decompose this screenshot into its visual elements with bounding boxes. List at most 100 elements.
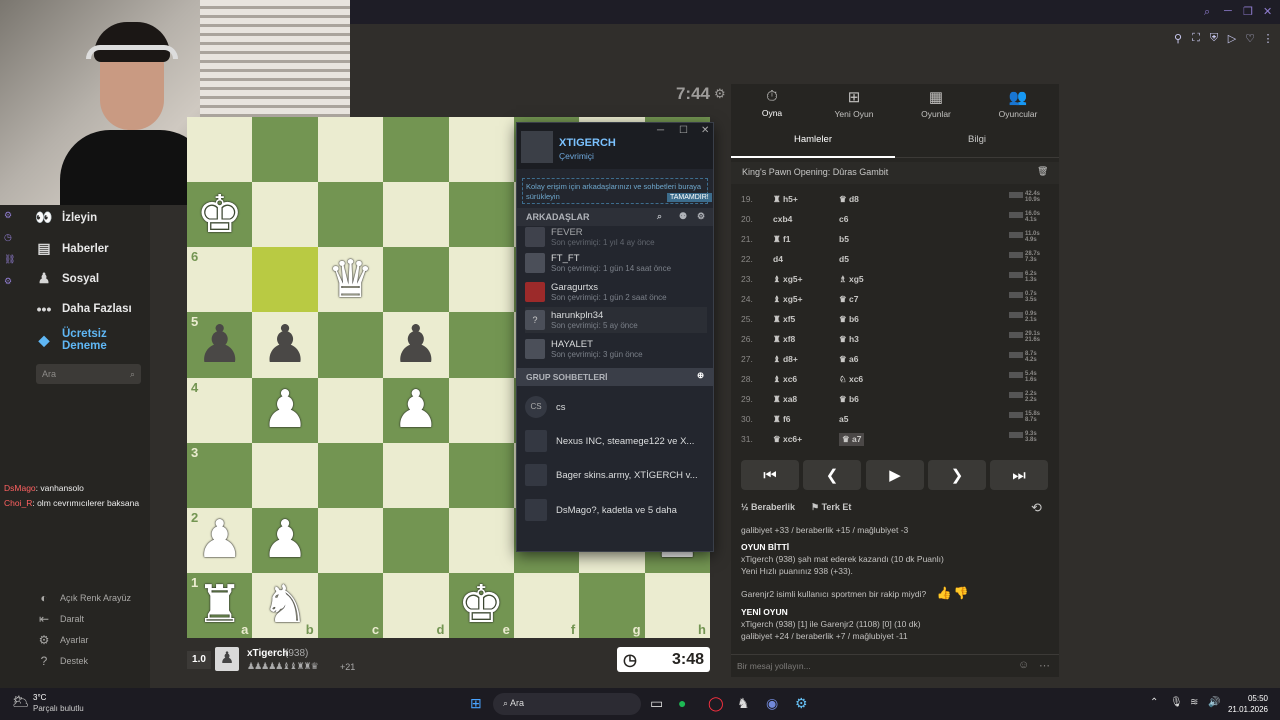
move-row[interactable]: 23. ♝ xg5+ ♗ xg5 6.2s 1.3s (741, 269, 1041, 289)
thumbs-up-icon[interactable]: 👍 (937, 586, 952, 600)
board-square-f1[interactable]: f (513, 572, 580, 638)
prev-move-button[interactable]: ❮ (803, 460, 861, 490)
windows-start-icon[interactable]: ⊞ (470, 695, 482, 712)
heart-icon[interactable]: ♡ (1244, 32, 1256, 45)
taskbar-search[interactable]: ⌕ Ara (493, 693, 641, 715)
tab-moves[interactable]: Hamleler (731, 134, 895, 158)
avatar[interactable]: ♟ (215, 647, 239, 671)
sidebar-search-input[interactable]: Ara ⌕ (36, 364, 141, 384)
white-move[interactable]: cxb4 (773, 214, 839, 224)
board-square-d7[interactable] (383, 182, 449, 248)
board-square-b7[interactable] (252, 182, 318, 248)
white-piece[interactable]: ♚ (196, 189, 243, 241)
gear-icon[interactable]: ⚙ (714, 86, 726, 102)
settings-icon[interactable]: ⚙ (697, 211, 705, 222)
board-square-c2[interactable] (317, 507, 384, 573)
microphone-icon[interactable]: 🎙 (1170, 697, 1183, 708)
board-square-d8[interactable] (383, 117, 449, 183)
player-name[interactable]: xTigerch (247, 648, 289, 659)
board-square-a7[interactable]: ♚ (187, 182, 253, 248)
black-piece[interactable]: ♟ (262, 319, 309, 371)
board-square-h1[interactable]: h (644, 572, 710, 638)
maximize-icon[interactable]: ☐ (679, 125, 688, 136)
board-square-a1[interactable]: 1 a ♜ (187, 572, 253, 638)
board-square-c3[interactable] (317, 442, 384, 508)
board-square-c7[interactable] (317, 182, 384, 248)
black-move[interactable]: ♗ xg5 (839, 274, 909, 285)
tab-new-game[interactable]: ⊞ Yeni Oyun (813, 88, 895, 119)
board-square-d6[interactable] (383, 247, 449, 313)
move-row[interactable]: 21. ♜ f1 b5 11.0s 4.9s (741, 229, 1041, 249)
move-row[interactable]: 30. ♜ f6 a5 15.8s 8.7s (741, 409, 1041, 429)
board-square-a4[interactable]: 4 (187, 377, 253, 443)
board-square-e1[interactable]: e ♚ (448, 572, 514, 638)
white-piece[interactable]: ♟ (262, 514, 309, 566)
white-piece[interactable]: ♛ (327, 254, 374, 306)
tab-games[interactable]: ▦ Oyunlar (895, 88, 977, 119)
white-move[interactable]: ♜ xf8 (773, 334, 839, 345)
white-move[interactable]: ♜ h5+ (773, 194, 839, 205)
tab-play[interactable]: ⏱ Oyna (731, 88, 813, 118)
white-piece[interactable]: ♟ (262, 384, 309, 436)
menu-icon[interactable]: ⋮ (1262, 32, 1274, 45)
move-row[interactable]: 24. ♝ xg5+ ♛ c7 0.7s 3.5s (741, 289, 1041, 309)
board-square-b6[interactable] (252, 247, 318, 313)
minimize-icon[interactable]: ─ (1224, 5, 1232, 17)
move-row[interactable]: 29. ♜ xa8 ♛ b6 2.2s 2.2s (741, 389, 1041, 409)
black-move[interactable]: ♛ b6 (839, 314, 909, 325)
black-move[interactable]: a5 (839, 414, 909, 424)
board-square-c8[interactable] (317, 117, 384, 183)
board-square-b1[interactable]: b ♞ (252, 572, 318, 638)
move-row[interactable]: 28. ♝ xc6 ♘ xc6 5.4s 1.6s (741, 369, 1041, 389)
board-square-d2[interactable] (383, 507, 449, 573)
white-move[interactable]: ♜ f1 (773, 234, 839, 245)
board-square-e8[interactable] (448, 117, 514, 183)
white-piece[interactable]: ♟ (196, 514, 243, 566)
friend-item[interactable]: Garagurtxs Son çevrimiçi: 1 gün 2 saat ön… (525, 279, 707, 305)
white-piece[interactable]: ♞ (262, 579, 309, 631)
group-chat-item[interactable]: CS cs (525, 394, 707, 420)
white-move[interactable]: ♛ xc6+ (773, 434, 839, 445)
sidebar-settings[interactable]: ⚙ Ayarlar (36, 633, 89, 647)
sidebar-item-watch[interactable]: 👀 İzleyin (34, 209, 97, 226)
board-square-e6[interactable] (448, 247, 514, 313)
white-move[interactable]: ♝ xg5+ (773, 294, 839, 305)
hint-ok-button[interactable]: TAMAMDIR! (667, 193, 712, 202)
pin-icon[interactable]: ⚲ (1172, 32, 1184, 45)
avatar[interactable] (521, 131, 553, 163)
steam-icon[interactable]: ⚙ (795, 695, 808, 712)
add-friend-icon[interactable]: ⚉ (679, 211, 687, 222)
black-piece[interactable]: ♟ (393, 319, 440, 371)
tab-players[interactable]: 👥 Oyuncular (977, 88, 1059, 119)
white-piece[interactable]: ♟ (393, 384, 440, 436)
black-move[interactable]: d5 (839, 254, 909, 264)
group-chat-item[interactable]: Bager skins.army, XTİGERCH v... (525, 462, 707, 488)
sidebar-item-trial[interactable]: ◆ Ücretsiz Deneme (34, 328, 122, 352)
friend-item[interactable]: FT_FT Son çevrimiçi: 1 gün 14 saat önce (525, 250, 707, 276)
black-move[interactable]: c6 (839, 214, 909, 224)
white-move[interactable]: ♜ xa8 (773, 394, 839, 405)
move-list[interactable]: 19. ♜ h5+ ♛ d8 42.4s 10.9s 20. cxb4 c6 16.0s 4.… (731, 189, 1059, 451)
move-row[interactable]: 19. ♜ h5+ ♛ d8 42.4s 10.9s (741, 189, 1041, 209)
sidebar-item-more[interactable]: ••• Daha Fazlası (34, 301, 132, 317)
first-move-button[interactable]: ⏮ (741, 460, 799, 490)
sidebar-light-theme[interactable]: ◐ Açık Renk Arayüz (36, 591, 131, 605)
board-square-a2[interactable]: 2 ♟ (187, 507, 253, 573)
volume-icon[interactable]: 🔊 (1208, 697, 1220, 708)
opera-icon[interactable]: ◯ (708, 695, 724, 712)
board-square-d4[interactable]: ♟ (383, 377, 449, 443)
board-square-e4[interactable] (448, 377, 514, 443)
trash-icon[interactable]: 🗑 (1037, 166, 1048, 177)
file-explorer-icon[interactable]: ▭ (650, 695, 663, 712)
next-move-button[interactable]: ❯ (928, 460, 986, 490)
board-square-a6[interactable]: 6 (187, 247, 253, 313)
move-row[interactable]: 31. ♛ xc6+ ♛ a7 9.3s 3.8s (741, 429, 1041, 449)
friend-item[interactable]: HAYALET Son çevrimiçi: 3 gün önce (525, 336, 707, 362)
more-icon[interactable]: ⋯ (1039, 659, 1050, 672)
close-icon[interactable]: ✕ (701, 125, 709, 136)
move-row[interactable]: 20. cxb4 c6 16.0s 4.1s (741, 209, 1041, 229)
tray-chevron-icon[interactable]: ⌃ (1150, 697, 1158, 708)
spotify-icon[interactable]: ● (678, 695, 686, 711)
black-move[interactable]: ♛ a6 (839, 354, 909, 365)
black-move[interactable]: ♘ xc6 (839, 374, 909, 385)
